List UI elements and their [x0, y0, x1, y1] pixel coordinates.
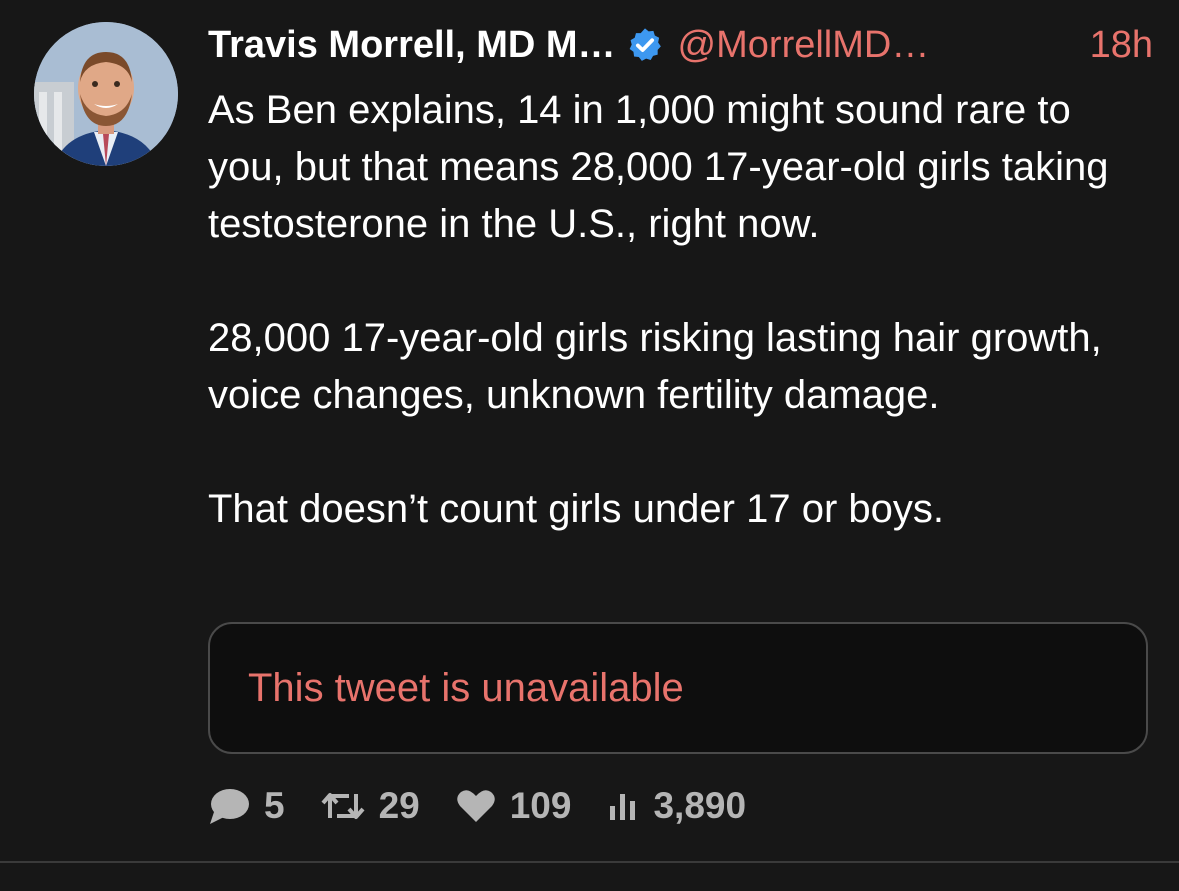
quoted-tweet-card[interactable]: This tweet is unavailable: [208, 622, 1148, 754]
tweet-timestamp[interactable]: 18h: [1090, 24, 1153, 67]
like-button[interactable]: 109: [456, 785, 572, 827]
avatar-image: [34, 22, 178, 166]
tweet-actions: 5 29 109 3,890: [208, 778, 782, 834]
reply-button[interactable]: 5: [208, 785, 285, 827]
author-name[interactable]: Travis Morrell, MD M…: [208, 24, 616, 67]
bar-chart-icon: [610, 794, 636, 820]
comment-bubble-icon: [210, 789, 249, 824]
tweet-header: Travis Morrell, MD M… @MorrellMD… 18h: [208, 20, 1153, 70]
retweet-icon: [321, 793, 365, 819]
like-count: 109: [509, 785, 572, 826]
tweet-paragraph: That doesn’t count girls under 17 or boy…: [208, 487, 944, 531]
tweet-text: As Ben explains, 14 in 1,000 might sound…: [208, 82, 1153, 538]
retweet-button[interactable]: 29: [321, 785, 420, 827]
views-button[interactable]: 3,890: [607, 785, 746, 827]
verified-badge-icon: [626, 26, 664, 64]
avatar[interactable]: [34, 22, 178, 166]
tweet[interactable]: Travis Morrell, MD M… @MorrellMD… 18h As…: [0, 0, 1179, 862]
quoted-tweet-unavailable-text: This tweet is unavailable: [248, 665, 684, 710]
tweet-paragraph: 28,000 17-year-old girls risking lasting…: [208, 316, 1102, 417]
tweet-paragraph: As Ben explains, 14 in 1,000 might sound…: [208, 88, 1109, 246]
reply-count: 5: [264, 785, 285, 826]
author-handle[interactable]: @MorrellMD…: [678, 24, 930, 67]
views-count: 3,890: [653, 785, 747, 826]
heart-icon: [456, 790, 495, 822]
retweet-count: 29: [378, 785, 420, 826]
divider: [0, 861, 1179, 863]
